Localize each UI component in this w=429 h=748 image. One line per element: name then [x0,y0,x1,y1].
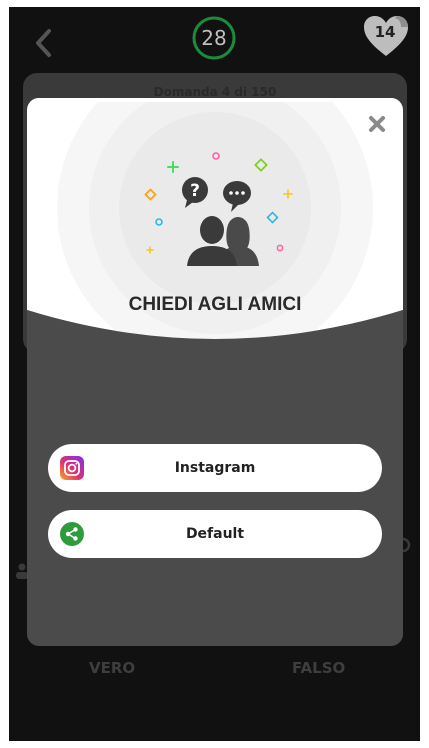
modal-title: CHIEDI AGLI AMICI [128,294,302,315]
answer-true-button[interactable]: VERO [89,659,135,677]
question-counter: Domanda 4 di 150 [153,85,277,99]
screen: 28 14 Domanda 4 di 150 VERO FALSO ? CHIE… [9,7,420,741]
chat-bubble-icon [223,181,251,212]
timer-value: 28 [201,26,227,50]
share-instagram-label: Instagram [174,460,256,476]
answer-false-button[interactable]: FALSO [292,659,345,677]
back-arrow-icon[interactable] [31,25,55,61]
close-icon[interactable] [365,112,389,136]
share-default-label: Default [185,526,245,542]
lives-count: 14 [374,23,396,41]
share-default-button[interactable]: Default [48,510,382,558]
question-bubble-icon: ? [182,177,208,208]
ask-friends-modal: ? CHIEDI AGLI AMICI Instagram Default [27,98,403,646]
people-icon [187,216,259,266]
friends-illustration: ? [144,152,293,266]
share-instagram-button[interactable]: Instagram [48,444,382,492]
svg-text:?: ? [190,181,200,201]
